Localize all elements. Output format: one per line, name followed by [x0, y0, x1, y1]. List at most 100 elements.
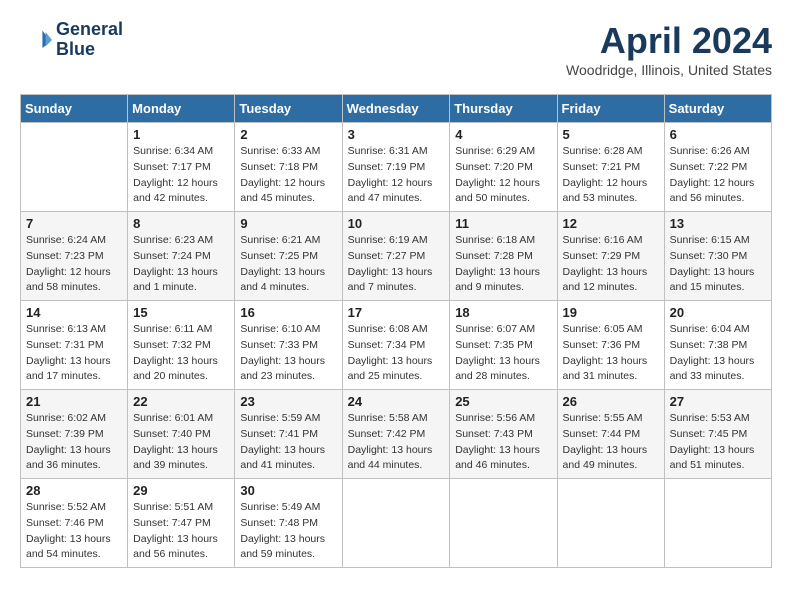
day-info: Sunrise: 6:11 AMSunset: 7:32 PMDaylight:… [133, 322, 229, 385]
logo-text: General Blue [56, 20, 123, 60]
weekday-header: Sunday [21, 95, 128, 123]
day-number: 17 [348, 305, 445, 320]
day-info: Sunrise: 6:21 AMSunset: 7:25 PMDaylight:… [240, 233, 336, 296]
day-number: 12 [563, 216, 659, 231]
calendar-cell [664, 479, 771, 568]
day-info: Sunrise: 6:13 AMSunset: 7:31 PMDaylight:… [26, 322, 122, 385]
calendar-cell: 19 Sunrise: 6:05 AMSunset: 7:36 PMDayligh… [557, 301, 664, 390]
month-title: April 2024 [566, 20, 772, 62]
calendar-cell [21, 123, 128, 212]
day-info: Sunrise: 6:02 AMSunset: 7:39 PMDaylight:… [26, 411, 122, 474]
weekday-header: Monday [128, 95, 235, 123]
day-number: 7 [26, 216, 122, 231]
calendar-cell: 28 Sunrise: 5:52 AMSunset: 7:46 PMDayligh… [21, 479, 128, 568]
day-info: Sunrise: 5:58 AMSunset: 7:42 PMDaylight:… [348, 411, 445, 474]
calendar-cell: 17 Sunrise: 6:08 AMSunset: 7:34 PMDayligh… [342, 301, 450, 390]
day-info: Sunrise: 5:53 AMSunset: 7:45 PMDaylight:… [670, 411, 766, 474]
day-info: Sunrise: 6:07 AMSunset: 7:35 PMDaylight:… [455, 322, 551, 385]
day-info: Sunrise: 5:51 AMSunset: 7:47 PMDaylight:… [133, 500, 229, 563]
calendar-cell: 25 Sunrise: 5:56 AMSunset: 7:43 PMDayligh… [450, 390, 557, 479]
day-number: 30 [240, 483, 336, 498]
calendar-cell: 23 Sunrise: 5:59 AMSunset: 7:41 PMDayligh… [235, 390, 342, 479]
weekday-header: Friday [557, 95, 664, 123]
day-number: 1 [133, 127, 229, 142]
day-info: Sunrise: 5:55 AMSunset: 7:44 PMDaylight:… [563, 411, 659, 474]
day-number: 14 [26, 305, 122, 320]
logo-icon [20, 24, 52, 56]
day-info: Sunrise: 5:59 AMSunset: 7:41 PMDaylight:… [240, 411, 336, 474]
calendar-cell: 12 Sunrise: 6:16 AMSunset: 7:29 PMDayligh… [557, 212, 664, 301]
calendar-cell: 11 Sunrise: 6:18 AMSunset: 7:28 PMDayligh… [450, 212, 557, 301]
calendar-cell: 24 Sunrise: 5:58 AMSunset: 7:42 PMDayligh… [342, 390, 450, 479]
day-info: Sunrise: 6:34 AMSunset: 7:17 PMDaylight:… [133, 144, 229, 207]
calendar-cell: 26 Sunrise: 5:55 AMSunset: 7:44 PMDayligh… [557, 390, 664, 479]
calendar-cell: 14 Sunrise: 6:13 AMSunset: 7:31 PMDayligh… [21, 301, 128, 390]
day-number: 19 [563, 305, 659, 320]
calendar-cell: 27 Sunrise: 5:53 AMSunset: 7:45 PMDayligh… [664, 390, 771, 479]
weekday-header: Saturday [664, 95, 771, 123]
day-number: 15 [133, 305, 229, 320]
day-number: 25 [455, 394, 551, 409]
day-info: Sunrise: 5:52 AMSunset: 7:46 PMDaylight:… [26, 500, 122, 563]
calendar-cell: 22 Sunrise: 6:01 AMSunset: 7:40 PMDayligh… [128, 390, 235, 479]
calendar-cell: 9 Sunrise: 6:21 AMSunset: 7:25 PMDaylight… [235, 212, 342, 301]
day-number: 11 [455, 216, 551, 231]
calendar-cell: 7Sunrise: 6:24 AMSunset: 7:23 PMDaylight… [21, 212, 128, 301]
day-number: 8 [133, 216, 229, 231]
day-number: 28 [26, 483, 122, 498]
day-info: Sunrise: 6:08 AMSunset: 7:34 PMDaylight:… [348, 322, 445, 385]
day-info: Sunrise: 6:23 AMSunset: 7:24 PMDaylight:… [133, 233, 229, 296]
day-number: 18 [455, 305, 551, 320]
day-number: 16 [240, 305, 336, 320]
day-number: 29 [133, 483, 229, 498]
calendar-cell: 13 Sunrise: 6:15 AMSunset: 7:30 PMDayligh… [664, 212, 771, 301]
logo: General Blue [20, 20, 123, 60]
day-info: Sunrise: 5:56 AMSunset: 7:43 PMDaylight:… [455, 411, 551, 474]
calendar-cell [557, 479, 664, 568]
day-info: Sunrise: 6:26 AMSunset: 7:22 PMDaylight:… [670, 144, 766, 207]
title-area: April 2024 Woodridge, Illinois, United S… [566, 20, 772, 78]
day-info: Sunrise: 5:49 AMSunset: 7:48 PMDaylight:… [240, 500, 336, 563]
day-number: 21 [26, 394, 122, 409]
day-info: Sunrise: 6:05 AMSunset: 7:36 PMDaylight:… [563, 322, 659, 385]
calendar-cell: 1 Sunrise: 6:34 AMSunset: 7:17 PMDaylight… [128, 123, 235, 212]
calendar-cell: 29 Sunrise: 5:51 AMSunset: 7:47 PMDayligh… [128, 479, 235, 568]
day-number: 6 [670, 127, 766, 142]
day-number: 22 [133, 394, 229, 409]
day-info: Sunrise: 6:15 AMSunset: 7:30 PMDaylight:… [670, 233, 766, 296]
day-number: 3 [348, 127, 445, 142]
calendar-cell: 15 Sunrise: 6:11 AMSunset: 7:32 PMDayligh… [128, 301, 235, 390]
calendar-cell: 30 Sunrise: 5:49 AMSunset: 7:48 PMDayligh… [235, 479, 342, 568]
day-info: Sunrise: 6:28 AMSunset: 7:21 PMDaylight:… [563, 144, 659, 207]
day-number: 10 [348, 216, 445, 231]
weekday-header: Wednesday [342, 95, 450, 123]
calendar-cell [450, 479, 557, 568]
day-number: 5 [563, 127, 659, 142]
day-info: Sunrise: 6:10 AMSunset: 7:33 PMDaylight:… [240, 322, 336, 385]
day-info: Sunrise: 6:01 AMSunset: 7:40 PMDaylight:… [133, 411, 229, 474]
calendar-cell: 8 Sunrise: 6:23 AMSunset: 7:24 PMDaylight… [128, 212, 235, 301]
calendar-cell: 2Sunrise: 6:33 AMSunset: 7:18 PMDaylight… [235, 123, 342, 212]
day-info: Sunrise: 6:18 AMSunset: 7:28 PMDaylight:… [455, 233, 551, 296]
weekday-header: Tuesday [235, 95, 342, 123]
location: Woodridge, Illinois, United States [566, 62, 772, 78]
calendar-cell: 6 Sunrise: 6:26 AMSunset: 7:22 PMDaylight… [664, 123, 771, 212]
day-info: Sunrise: 6:29 AMSunset: 7:20 PMDaylight:… [455, 144, 551, 207]
day-number: 27 [670, 394, 766, 409]
day-info: Sunrise: 6:16 AMSunset: 7:29 PMDaylight:… [563, 233, 659, 296]
calendar-cell: 16 Sunrise: 6:10 AMSunset: 7:33 PMDayligh… [235, 301, 342, 390]
calendar-cell: 21 Sunrise: 6:02 AMSunset: 7:39 PMDayligh… [21, 390, 128, 479]
day-number: 23 [240, 394, 336, 409]
day-number: 24 [348, 394, 445, 409]
calendar-cell: 18 Sunrise: 6:07 AMSunset: 7:35 PMDayligh… [450, 301, 557, 390]
calendar-table: SundayMondayTuesdayWednesdayThursdayFrid… [20, 94, 772, 568]
day-number: 26 [563, 394, 659, 409]
day-number: 13 [670, 216, 766, 231]
day-number: 2 [240, 127, 336, 142]
day-info: Sunrise: 6:19 AMSunset: 7:27 PMDaylight:… [348, 233, 445, 296]
calendar-cell: 4 Sunrise: 6:29 AMSunset: 7:20 PMDaylight… [450, 123, 557, 212]
day-number: 4 [455, 127, 551, 142]
day-info: Sunrise: 6:31 AMSunset: 7:19 PMDaylight:… [348, 144, 445, 207]
day-number: 20 [670, 305, 766, 320]
day-number: 9 [240, 216, 336, 231]
